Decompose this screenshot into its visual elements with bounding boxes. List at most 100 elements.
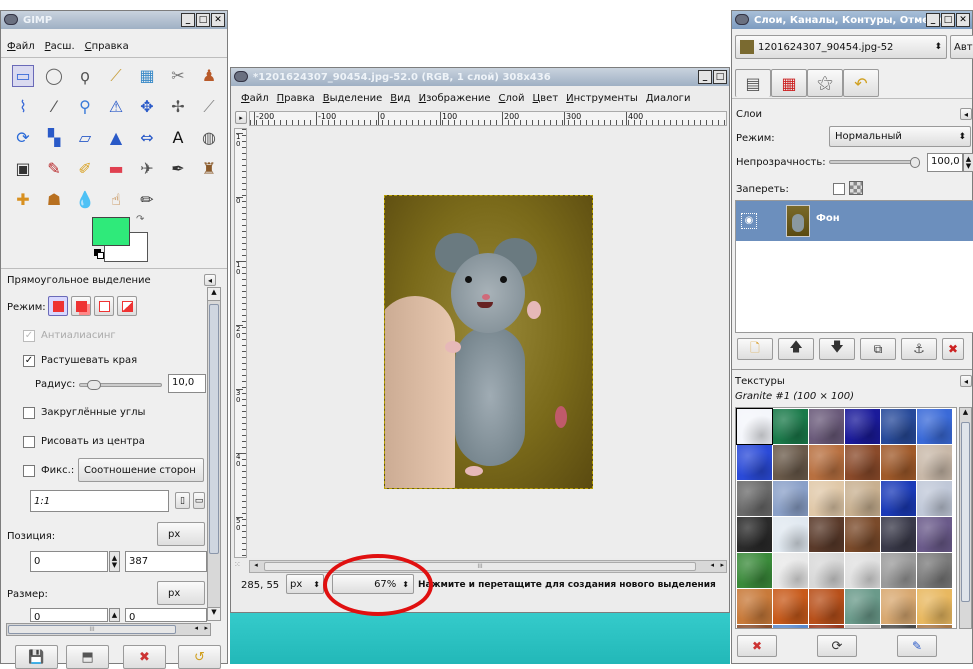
flip-icon[interactable]: ⇔ <box>136 127 158 149</box>
size-w-spinner[interactable]: ▲ <box>109 608 120 622</box>
texture-swatch[interactable] <box>773 517 808 552</box>
texture-swatch[interactable] <box>845 517 880 552</box>
radius-slider[interactable] <box>79 380 162 390</box>
image-canvas[interactable] <box>384 195 593 489</box>
zoom-icon[interactable]: ⚲ <box>74 96 96 118</box>
texture-swatch[interactable] <box>917 553 952 588</box>
shear-icon[interactable]: ▱ <box>74 127 96 149</box>
texture-swatch[interactable] <box>881 481 916 516</box>
image-menu-button[interactable]: ▸ <box>235 111 247 124</box>
antialias-checkbox[interactable]: ✓ <box>23 330 35 342</box>
rounded-corners-checkbox[interactable] <box>23 407 35 419</box>
alpha-lock-icon[interactable] <box>849 181 863 195</box>
canvas-area[interactable] <box>248 128 728 558</box>
paintbrush-icon[interactable]: ✐ <box>74 158 96 180</box>
color-select-icon[interactable]: ▦ <box>136 65 158 87</box>
texture-swatch[interactable] <box>881 589 916 624</box>
anchor-layer-button[interactable]: ⚓ <box>901 338 937 360</box>
open-texture-button[interactable]: ✎ <box>897 635 937 657</box>
rotate-icon[interactable]: ⟳ <box>12 127 34 149</box>
tab-layers[interactable]: ▤ <box>735 69 771 97</box>
image-select[interactable]: 1201624307_90454.jpg-52 ⬍ <box>735 35 947 59</box>
texture-swatch[interactable] <box>773 445 808 480</box>
texture-swatch[interactable] <box>809 445 844 480</box>
texture-swatch[interactable] <box>845 481 880 516</box>
texture-swatch[interactable] <box>845 625 880 628</box>
auto-button[interactable]: Авто <box>950 35 973 59</box>
lower-layer-button[interactable]: 🡇 <box>819 338 855 360</box>
lock-pixels-checkbox[interactable] <box>833 183 845 195</box>
close-button[interactable]: ✕ <box>956 13 970 27</box>
size-w-field[interactable]: 0 <box>30 608 108 622</box>
heal-icon[interactable]: ✚ <box>12 189 34 211</box>
text-icon[interactable]: A <box>167 127 189 149</box>
unit-select[interactable]: px ⬍ <box>286 574 324 594</box>
menu-file[interactable]: Файл <box>7 41 35 52</box>
texture-swatch[interactable] <box>809 589 844 624</box>
mode-replace-button[interactable] <box>48 296 68 316</box>
menu-layer[interactable]: Слой <box>499 93 525 104</box>
position-x-spinner[interactable]: ▲ ▼ <box>109 551 120 572</box>
textures-scrollbar[interactable]: ▲ <box>959 407 972 629</box>
menu-edit[interactable]: Правка <box>277 93 315 104</box>
close-button[interactable]: ✕ <box>211 13 225 27</box>
menu-extensions[interactable]: Расш. <box>45 41 75 52</box>
reset-options-button[interactable]: ↺ <box>178 645 221 669</box>
airbrush-icon[interactable]: ✈ <box>136 158 158 180</box>
mode-add-button[interactable] <box>71 296 91 316</box>
texture-swatch[interactable] <box>845 409 880 444</box>
scale-icon[interactable]: ▚ <box>43 127 65 149</box>
texture-swatch[interactable] <box>809 625 844 628</box>
texture-swatch[interactable] <box>737 625 772 628</box>
smudge-icon[interactable]: ☝ <box>105 189 127 211</box>
menu-help[interactable]: Справка <box>85 41 129 52</box>
menu-colors[interactable]: Цвет <box>533 93 559 104</box>
swap-colors-icon[interactable]: ↷ <box>136 214 144 225</box>
visibility-eye-icon[interactable]: ◉ <box>741 213 757 229</box>
texture-swatch[interactable] <box>917 445 952 480</box>
mode-subtract-button[interactable] <box>94 296 114 316</box>
save-options-button[interactable]: 💾 <box>15 645 58 669</box>
navigate-button[interactable]: ⁙ <box>234 560 247 573</box>
delete-options-button[interactable]: ✖ <box>123 645 166 669</box>
foreground-select-icon[interactable]: ♟ <box>198 65 220 87</box>
position-x-field[interactable]: 0 <box>30 551 108 572</box>
horizontal-ruler[interactable]: -200 -100 0 100 200 300 400 <box>249 111 727 126</box>
position-y-field[interactable]: 387 <box>125 551 207 572</box>
maximize-button[interactable]: □ <box>713 70 727 84</box>
texture-swatch[interactable] <box>809 409 844 444</box>
texture-swatch[interactable] <box>736 408 773 445</box>
menu-image[interactable]: Изображение <box>419 93 491 104</box>
layers-dock-titlebar[interactable]: Слои, Каналы, Контуры, Отменить _ □ ✕ <box>732 11 972 29</box>
tab-paths[interactable]: ⚝ <box>807 69 843 97</box>
opacity-slider[interactable] <box>829 157 920 168</box>
crop-icon[interactable]: ⟋ <box>198 96 220 118</box>
blur-icon[interactable]: 💧 <box>74 189 96 211</box>
toolbox-titlebar[interactable]: GIMP _ □ ✕ <box>1 11 227 29</box>
menu-file[interactable]: Файл <box>241 93 269 104</box>
radius-value-field[interactable]: 10,0 <box>168 374 206 393</box>
fixed-checkbox[interactable] <box>23 465 35 477</box>
tab-channels[interactable]: ▦ <box>771 69 807 97</box>
tab-undo[interactable]: ↶ <box>843 69 879 97</box>
new-layer-button[interactable]: 🗋 <box>737 338 773 360</box>
maximize-button[interactable]: □ <box>196 13 210 27</box>
texture-swatch[interactable] <box>881 409 916 444</box>
radius-slider-knob[interactable] <box>86 380 101 390</box>
fixed-mode-select[interactable]: Соотношение сторон <box>78 458 204 482</box>
landscape-button[interactable]: ▭ <box>193 492 205 509</box>
textures-menu-button[interactable]: ◂ <box>960 375 972 387</box>
restore-options-button[interactable]: ⬒ <box>66 645 109 669</box>
minimize-button[interactable]: _ <box>181 13 195 27</box>
ink-icon[interactable]: ✒ <box>167 158 189 180</box>
measure-icon[interactable]: ⚠ <box>105 96 127 118</box>
tool-options-hscrollbar[interactable]: III ◂ ▸ <box>6 623 211 636</box>
tool-options-scroll-thumb[interactable] <box>209 304 219 554</box>
align-icon[interactable]: ✢ <box>167 96 189 118</box>
texture-swatch[interactable] <box>881 553 916 588</box>
menu-select[interactable]: Выделение <box>323 93 383 104</box>
delete-layer-button[interactable]: ✖ <box>942 338 964 360</box>
image-hscrollbar[interactable]: ◂ III ◂ ▸ <box>249 560 727 573</box>
texture-swatch[interactable] <box>845 553 880 588</box>
free-select-icon[interactable]: ϙ <box>74 65 96 87</box>
